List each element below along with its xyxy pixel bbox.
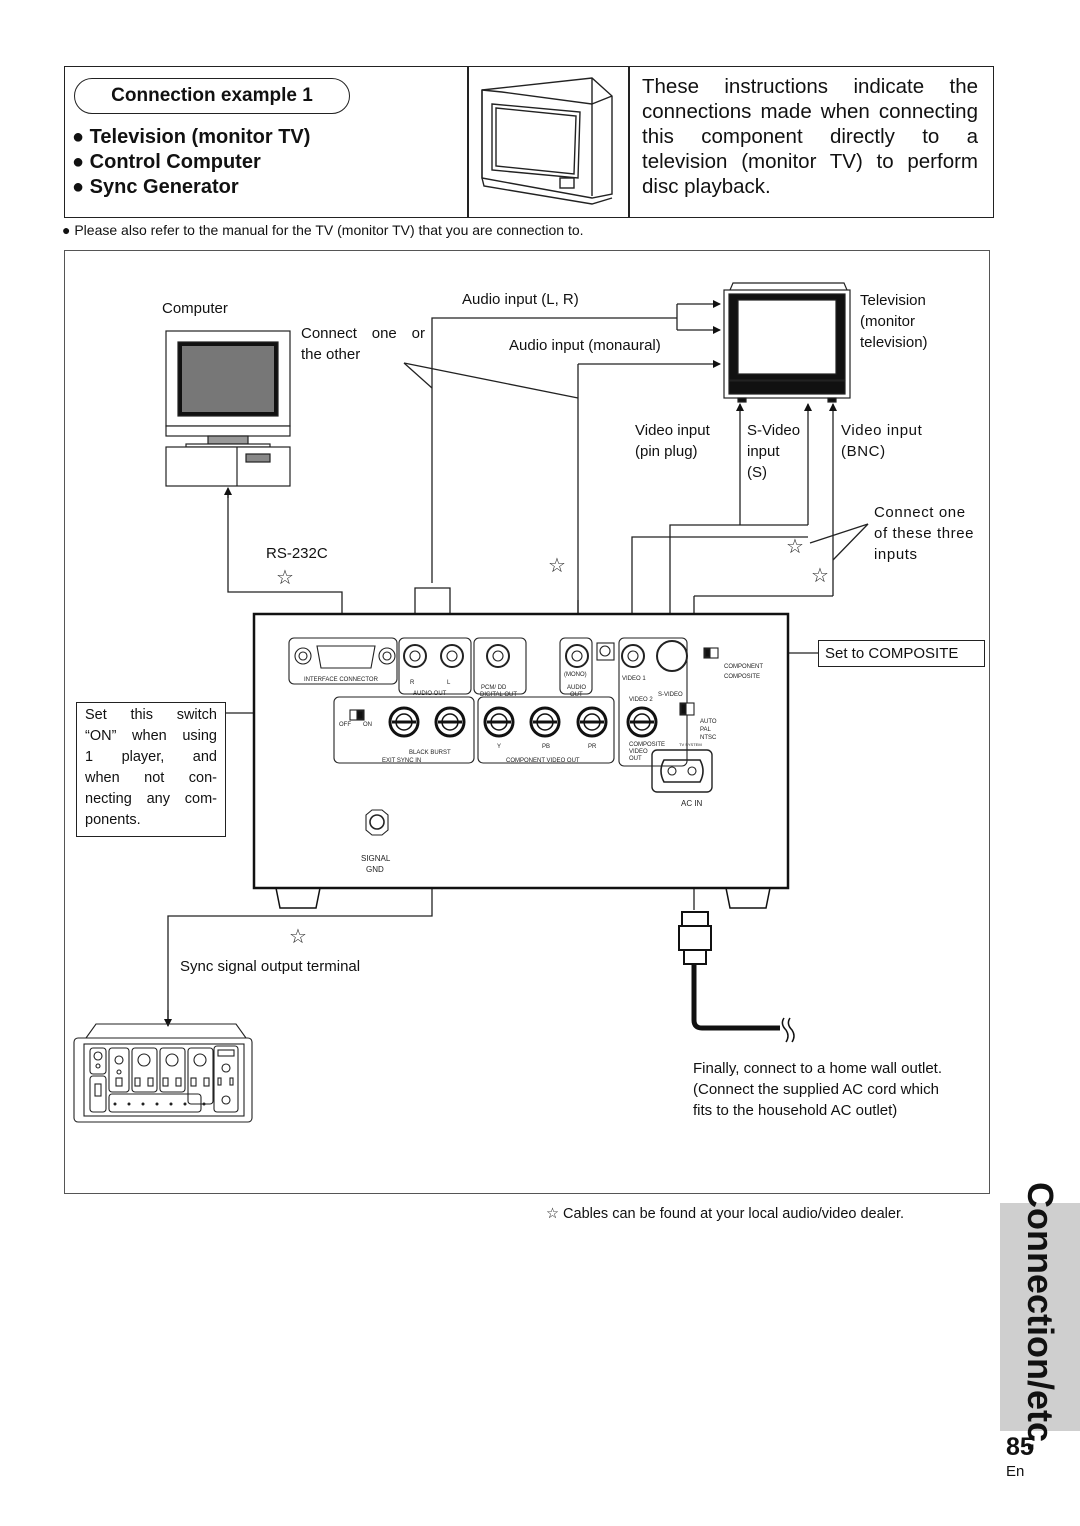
panel-label: SIGNAL xyxy=(361,854,391,863)
label-line: Connect one xyxy=(874,504,966,521)
panel-label: OUT xyxy=(629,756,642,762)
wall-outlet-label: Finally, connect to a home wall outlet. … xyxy=(693,1058,942,1121)
tv-label-line: television) xyxy=(860,334,928,351)
panel-label: OUT xyxy=(570,692,583,698)
panel-label: AUTO xyxy=(700,719,717,725)
panel-label: AC IN xyxy=(681,799,703,808)
panel-label: PAL xyxy=(700,727,712,733)
star-icon: ☆ xyxy=(289,926,307,948)
panel-label: VIDEO xyxy=(629,749,648,755)
label-line: fits to the household AC outlet) xyxy=(693,1102,898,1119)
sync-output-label: Sync signal output terminal xyxy=(180,958,361,975)
panel-label: INTERFACE CONNECTOR xyxy=(304,677,379,683)
panel-label: PR xyxy=(588,744,597,750)
star-icon: ☆ xyxy=(276,567,294,589)
cables-note: ☆ Cables can be found at your local audi… xyxy=(546,1206,905,1222)
panel-label: AUDIO xyxy=(567,685,586,691)
panel-label: COMPONENT VIDEO OUT xyxy=(506,758,580,764)
panel-label: BLACK BURST xyxy=(409,750,451,756)
tv-label-line: Television xyxy=(860,292,926,309)
label-line: (BNC) xyxy=(841,443,886,460)
label-line: input xyxy=(747,443,780,460)
panel-label: VIDEO 1 xyxy=(622,676,646,682)
tv-label-line: (monitor xyxy=(860,313,916,330)
page-number: 85 xyxy=(1006,1433,1034,1461)
audio-lr-label: Audio input (L, R) xyxy=(462,291,579,308)
panel-label: DIGITAL OUT xyxy=(480,692,517,698)
star-icon: ☆ xyxy=(786,536,804,558)
tv-label: Television (monitor television) xyxy=(860,290,928,353)
panel-label: ON xyxy=(363,722,372,728)
panel-label: (MONO) xyxy=(564,672,587,678)
star-icon: ☆ xyxy=(811,565,829,587)
label-line: 1 player, and xyxy=(85,749,217,765)
connect-three-label: Connect one of these three inputs xyxy=(874,502,974,565)
label-line: (pin plug) xyxy=(635,443,698,460)
television-icon xyxy=(723,282,851,403)
computer-icon xyxy=(165,330,291,487)
panel-label: Y xyxy=(497,744,501,750)
label-line: Video input xyxy=(635,422,710,439)
switch-note-callout: Set this switch “ON” when using 1 player… xyxy=(76,702,226,837)
panel-label: EXIT SYNC IN xyxy=(382,758,421,764)
label-line: Finally, connect to a home wall outlet. xyxy=(693,1060,943,1077)
label-line: ponents. xyxy=(85,812,141,828)
set-composite-callout: Set to COMPOSITE xyxy=(818,640,985,667)
label-line: Set this switch xyxy=(85,707,217,723)
connect-one-or-other-label: Connect one or the other xyxy=(301,325,425,363)
panel-label: PB xyxy=(542,744,550,750)
panel-label: AUDIO OUT xyxy=(413,691,447,697)
label-line: when not con- xyxy=(85,770,217,786)
sync-generator-icon xyxy=(73,1023,253,1123)
label-line: inputs xyxy=(874,546,918,563)
language-label: En xyxy=(1006,1463,1025,1480)
video-bnc-label: Video input (BNC) xyxy=(841,420,922,462)
panel-label: VIDEO 2 xyxy=(629,697,653,703)
svideo-label: S-Video input (S) xyxy=(747,420,800,483)
rs232c-label: RS-232C xyxy=(266,545,328,562)
panel-label: PCM/ DD xyxy=(481,685,507,691)
audio-mono-label: Audio input (monaural) xyxy=(509,337,661,354)
panel-label: OFF xyxy=(339,722,351,728)
computer-label: Computer xyxy=(162,300,228,317)
label-line: Video input xyxy=(841,422,923,439)
section-tab-label: Connection/etc. xyxy=(1000,1182,1080,1452)
label-line: of these three xyxy=(874,525,975,542)
panel-label: COMPOSITE xyxy=(724,674,760,680)
section-tab-text: Connection/etc. xyxy=(1020,1181,1061,1453)
panel-label: R xyxy=(410,680,415,686)
player-rear-panel: INTERFACE CONNECTOR R L AUDIO OUT PCM/ D… xyxy=(252,612,790,909)
video-pin-label: Video input (pin plug) xyxy=(635,420,710,462)
label-line: (Connect the supplied AC cord which xyxy=(693,1081,939,1098)
ac-cord-icon xyxy=(678,911,795,1043)
panel-label: NTSC xyxy=(700,735,717,741)
panel-label: S-VIDEO xyxy=(658,692,683,698)
label-line: “ON” when using xyxy=(85,728,217,744)
star-icon: ☆ xyxy=(548,555,566,577)
label-line: S-Video xyxy=(747,422,801,439)
panel-label: COMPOSITE xyxy=(629,742,665,748)
panel-label: GND xyxy=(366,865,384,874)
panel-label: TV SYSTEM xyxy=(679,742,702,747)
label-line: necting any com- xyxy=(85,791,217,807)
label-line: (S) xyxy=(747,464,767,481)
panel-label: COMPONENT xyxy=(724,664,763,670)
